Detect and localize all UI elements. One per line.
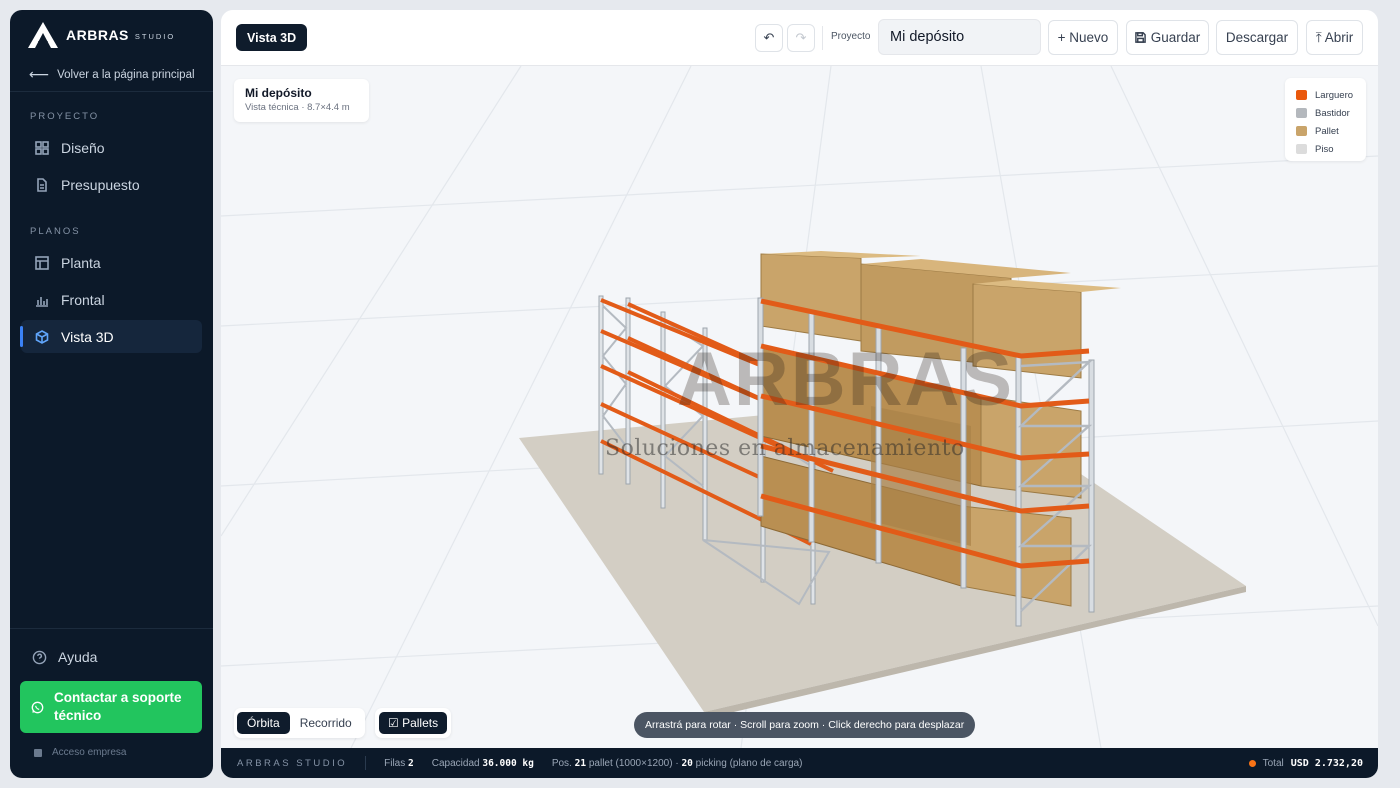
info-subtitle: Vista técnica · 8.7×4.4 m — [245, 102, 350, 113]
bar-chart-icon — [36, 296, 48, 307]
pos-picking-text: picking (plano de carga) — [695, 757, 803, 769]
project-label: Proyecto — [831, 31, 871, 42]
main-panel: Vista 3D ↶ ↷ Proyecto + Nuevo Guardar De… — [221, 10, 1378, 778]
acceso-label: Acceso empresa — [52, 747, 127, 758]
status-posiciones: Pos. 21 pallet (1000×1200) · 20 picking … — [552, 758, 803, 769]
nuevo-label: + Nuevo — [1057, 30, 1109, 45]
project-name-input[interactable] — [878, 19, 1041, 55]
grid-icon — [35, 140, 49, 155]
status-divider — [365, 756, 367, 770]
orbita-button[interactable]: Órbita — [237, 712, 290, 734]
legend-label: Larguero — [1315, 89, 1354, 101]
sidebar-item-label: Presupuesto — [61, 176, 140, 193]
support-label: Contactar a soporte técnico — [54, 690, 182, 723]
toolbar-divider — [822, 26, 823, 50]
info-title: Mi depósito — [245, 86, 312, 100]
legend-label: Piso — [1315, 143, 1334, 155]
sidebar-item-label: Diseño — [61, 139, 105, 156]
question-circle-icon — [32, 650, 47, 664]
layout-icon — [35, 255, 49, 270]
section-title-proyecto: PROYECTO — [30, 111, 100, 122]
guardar-label: Guardar — [1150, 30, 1201, 45]
project-info-card: Mi depósito Vista técnica · 8.7×4.4 m — [234, 79, 369, 122]
legend-item-larguero: Larguero — [1296, 86, 1366, 104]
pos-label: Pos. — [551, 757, 572, 769]
pallets-toggle-container: ☑ Pallets — [375, 708, 452, 738]
status-capacidad: Capacidad 36.000 kg — [432, 758, 534, 769]
pos-pallet-text: pallet (1000×1200) · — [588, 757, 679, 769]
sidebar-item-frontal[interactable]: Frontal — [21, 283, 202, 316]
descargar-label: Descargar — [1225, 30, 1289, 45]
legend-swatch — [1296, 144, 1307, 154]
legend: Larguero Bastidor Pallet Piso — [1285, 78, 1366, 161]
legend-label: Bastidor — [1315, 107, 1350, 119]
status-filas: Filas 2 — [384, 758, 414, 769]
whatsapp-icon — [31, 701, 44, 713]
status-bar: ARBRAS STUDIO Filas 2 Capacidad 36.000 k… — [221, 748, 1378, 778]
abrir-label: ⤒ Abrir — [1315, 29, 1354, 45]
brand-name: ARBRAS — [66, 27, 129, 43]
3d-viewport[interactable]: Mi depósito Vista técnica · 8.7×4.4 m La… — [221, 66, 1378, 748]
nuevo-button[interactable]: + Nuevo — [1048, 20, 1118, 55]
sidebar-footer: Ayuda Contactar a soporte técnico Acceso… — [10, 628, 213, 778]
pallets-toggle[interactable]: ☑ Pallets — [379, 712, 448, 734]
acceso-empresa-link[interactable]: Acceso empresa — [10, 747, 213, 758]
help-link[interactable]: Ayuda — [10, 642, 213, 672]
legend-swatch — [1296, 126, 1307, 136]
brand-sub: STUDIO — [134, 32, 176, 41]
undo-icon: ↶ — [763, 30, 775, 45]
watermark-logo: ARBRAS — [677, 337, 1015, 422]
guardar-button[interactable]: Guardar — [1126, 20, 1209, 55]
recorrido-button[interactable]: Recorrido — [290, 712, 362, 734]
toolbar: Vista 3D ↶ ↷ Proyecto + Nuevo Guardar De… — [221, 10, 1378, 66]
contact-support-button[interactable]: Contactar a soporte técnico — [20, 681, 202, 733]
help-label: Ayuda — [58, 649, 98, 665]
filas-label: Filas — [384, 757, 406, 769]
status-brand: ARBRAS STUDIO — [237, 757, 348, 769]
pos-pallet-value: 21 — [574, 757, 587, 769]
redo-icon: ↷ — [795, 30, 807, 45]
navigation-hint: Arrastrá para rotar · Scroll para zoom ·… — [634, 712, 976, 738]
view-badge: Vista 3D — [236, 24, 308, 51]
sidebar-item-diseno[interactable]: Diseño — [21, 131, 202, 164]
legend-swatch — [1296, 90, 1307, 100]
total-label: Total — [1262, 757, 1284, 769]
arbras-logo-icon — [28, 22, 58, 48]
section-title-planos: PLANOS — [30, 226, 81, 237]
capacidad-value: 36.000 kg — [482, 757, 534, 769]
legend-swatch — [1296, 108, 1307, 118]
document-icon — [37, 177, 47, 192]
capacidad-label: Capacidad — [431, 757, 480, 769]
lock-icon — [34, 748, 42, 757]
undo-button[interactable]: ↶ — [755, 24, 783, 52]
total-value: USD 2.732,20 — [1290, 757, 1363, 769]
status-dot-icon — [1248, 759, 1256, 767]
redo-button[interactable]: ↷ — [787, 24, 815, 52]
legend-item-pallet: Pallet — [1296, 122, 1366, 140]
sidebar-item-planta[interactable]: Planta — [21, 246, 202, 279]
camera-mode-toggle: Órbita Recorrido — [234, 708, 365, 738]
save-icon — [1134, 32, 1146, 43]
brand[interactable]: ARBRAS STUDIO — [10, 10, 213, 60]
abrir-button[interactable]: ⤒ Abrir — [1306, 20, 1363, 55]
sidebar-item-vista3d[interactable]: Vista 3D — [20, 320, 202, 353]
cube-icon — [35, 329, 49, 344]
status-total: Total USD 2.732,20 — [1248, 757, 1363, 769]
pos-picking-value: 20 — [681, 757, 693, 769]
descargar-button[interactable]: Descargar — [1216, 20, 1298, 55]
sidebar-item-label: Planta — [61, 254, 101, 271]
back-to-home-link[interactable]: ⟵ Volver a la página principal — [10, 60, 213, 92]
legend-item-piso: Piso — [1296, 140, 1366, 158]
arrow-left-icon: ⟵ — [29, 66, 50, 82]
legend-label: Pallet — [1315, 125, 1339, 137]
sidebar: ARBRAS STUDIO ⟵ Volver a la página princ… — [10, 10, 213, 778]
sidebar-item-presupuesto[interactable]: Presupuesto — [21, 168, 202, 201]
sidebar-item-label: Frontal — [61, 291, 105, 308]
watermark-text: Soluciones en almacenamiento — [605, 436, 965, 461]
sidebar-item-label: Vista 3D — [61, 328, 114, 345]
filas-value: 2 — [408, 757, 414, 769]
legend-item-bastidor: Bastidor — [1296, 104, 1366, 122]
back-link-label: Volver a la página principal — [57, 68, 195, 81]
